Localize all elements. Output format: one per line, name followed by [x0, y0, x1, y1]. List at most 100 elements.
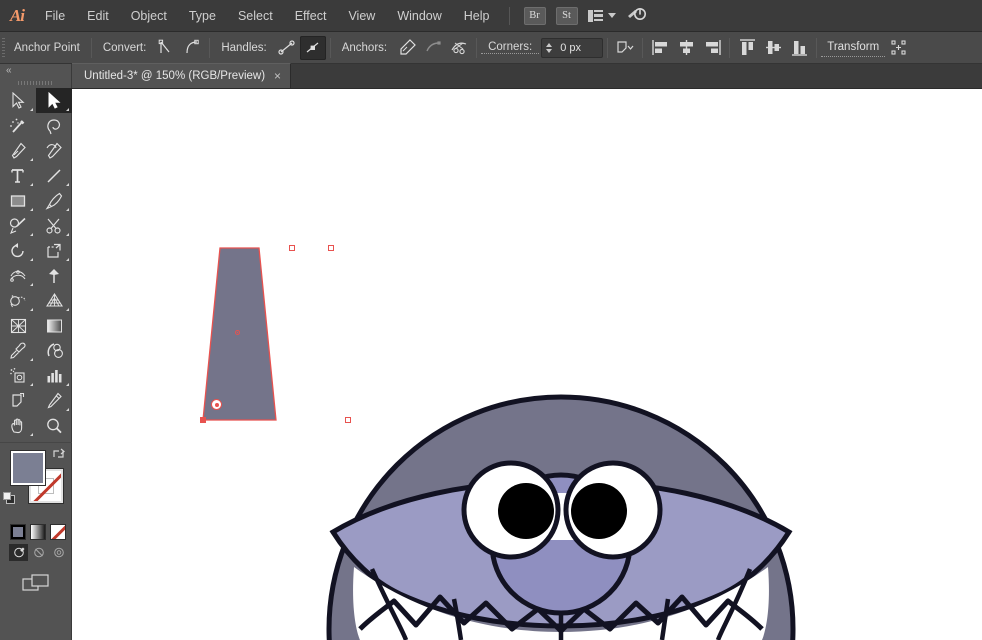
flyout-indicator-icon — [66, 308, 69, 311]
flyout-indicator-icon — [30, 208, 33, 211]
shape-options-button[interactable] — [885, 36, 911, 60]
tool-magic-wand[interactable] — [0, 113, 36, 138]
tool-free-transform[interactable] — [36, 263, 72, 288]
align-left-button[interactable] — [647, 36, 673, 60]
tool-zoom[interactable] — [36, 413, 72, 438]
convert-label: Convert: — [102, 41, 147, 54]
tool-pen[interactable] — [0, 138, 36, 163]
corner-radius-value[interactable]: 0 px — [555, 42, 581, 54]
tool-selection[interactable] — [0, 88, 36, 113]
document-tab-title: Untitled-3* @ 150% (RGB/Preview) — [84, 70, 266, 82]
tool-curvature[interactable] — [36, 138, 72, 163]
convert-to-smooth-button[interactable] — [179, 36, 205, 60]
flyout-indicator-icon — [30, 358, 33, 361]
bridge-button[interactable]: Br — [523, 6, 546, 25]
draw-behind-button[interactable] — [29, 544, 48, 561]
tool-rectangle[interactable] — [0, 188, 36, 213]
tool-column-graph[interactable] — [36, 363, 72, 388]
corners-label[interactable]: Corners: — [481, 41, 540, 54]
tool-blend[interactable] — [36, 338, 72, 363]
swap-fill-stroke-icon[interactable] — [51, 447, 66, 464]
stock-button[interactable]: St — [555, 6, 578, 25]
change-screen-mode-button[interactable] — [0, 561, 71, 593]
divider — [642, 37, 644, 58]
cut-path-at-anchor-button[interactable] — [446, 36, 472, 60]
gradient-mode-button[interactable] — [30, 524, 46, 540]
fill-swatch[interactable] — [11, 451, 45, 485]
menu-select[interactable]: Select — [227, 0, 284, 32]
none-mode-button[interactable] — [50, 524, 66, 540]
convert-to-corner-button[interactable] — [153, 36, 179, 60]
anchor-top-left[interactable] — [289, 245, 295, 251]
tool-line-segment[interactable] — [36, 163, 72, 188]
tool-symbol-sprayer[interactable] — [0, 363, 36, 388]
menu-view[interactable]: View — [337, 0, 386, 32]
menu-file[interactable]: File — [34, 0, 76, 32]
anchor-bottom-right[interactable] — [345, 417, 351, 423]
tool-perspective-grid[interactable] — [36, 288, 72, 313]
tool-direct-selection[interactable] — [36, 88, 72, 113]
tool-rotate[interactable] — [0, 238, 36, 263]
tool-shaper[interactable] — [0, 213, 36, 238]
show-handles-button[interactable] — [274, 36, 300, 60]
align-vertical-center-button[interactable] — [760, 36, 786, 60]
align-bottom-button[interactable] — [786, 36, 812, 60]
anchors-pen-button[interactable] — [394, 36, 420, 60]
artboard-canvas[interactable]: Ba jin — [72, 89, 982, 640]
align-horizontal-center-button[interactable] — [673, 36, 699, 60]
tool-lasso[interactable] — [36, 113, 72, 138]
tool-eyedropper[interactable] — [0, 338, 36, 363]
color-mode-button[interactable] — [10, 524, 26, 540]
flyout-indicator-icon — [30, 383, 33, 386]
tool-gradient[interactable] — [36, 313, 72, 338]
illustrator-window: Ai File Edit Object Type Select Effect V… — [0, 0, 982, 640]
corner-radius-stepper[interactable] — [542, 42, 555, 53]
flyout-indicator-icon — [30, 158, 33, 161]
flyout-indicator-icon — [30, 108, 33, 111]
document-tab[interactable]: Untitled-3* @ 150% (RGB/Preview) × — [72, 63, 292, 88]
menu-bar: Ai File Edit Object Type Select Effect V… — [0, 0, 982, 32]
align-top-button[interactable] — [734, 36, 760, 60]
control-bar-grip[interactable] — [0, 32, 7, 64]
hide-handles-button[interactable] — [299, 35, 326, 60]
tool-type[interactable] — [0, 163, 36, 188]
menu-type[interactable]: Type — [178, 0, 227, 32]
flyout-indicator-icon — [66, 183, 69, 186]
default-fill-stroke-icon[interactable] — [2, 491, 17, 509]
collapse-panel-icon[interactable]: « — [0, 64, 71, 77]
align-right-button[interactable] — [699, 36, 725, 60]
tools-panel-grip[interactable] — [0, 77, 71, 88]
tool-slice[interactable] — [36, 388, 72, 413]
anchors-label: Anchors: — [341, 41, 388, 54]
flyout-indicator-icon — [30, 283, 33, 286]
menu-edit[interactable]: Edit — [76, 0, 120, 32]
menu-help[interactable]: Help — [453, 0, 501, 32]
flyout-indicator-icon — [30, 233, 33, 236]
divider — [209, 37, 211, 58]
remove-anchor-button[interactable] — [420, 36, 446, 60]
tool-width[interactable] — [0, 263, 36, 288]
tool-shape-builder[interactable] — [0, 288, 36, 313]
draw-normal-button[interactable] — [9, 544, 28, 561]
tool-scissors[interactable] — [36, 213, 72, 238]
close-icon[interactable]: × — [274, 70, 281, 82]
draw-inside-button[interactable] — [49, 544, 68, 561]
selected-trapezoid-path[interactable] — [72, 89, 982, 640]
corner-radius-field[interactable]: 0 px — [541, 37, 604, 58]
menu-window[interactable]: Window — [386, 0, 452, 32]
tool-paintbrush[interactable] — [36, 188, 72, 213]
tool-mesh[interactable] — [0, 313, 36, 338]
anchor-bottom-left[interactable] — [200, 417, 206, 423]
menu-object[interactable]: Object — [120, 0, 178, 32]
tool-scale[interactable] — [36, 238, 72, 263]
search-adobe-stock-icon[interactable] — [626, 5, 646, 26]
tool-artboard[interactable] — [0, 388, 36, 413]
menu-effect[interactable]: Effect — [284, 0, 338, 32]
tool-hand[interactable] — [0, 413, 36, 438]
workspace-switcher-button[interactable] — [587, 9, 616, 22]
anchor-top-right[interactable] — [328, 245, 334, 251]
isolate-selected-object-button[interactable] — [612, 36, 638, 60]
menubar-divider — [508, 6, 510, 25]
transform-button[interactable]: Transform — [821, 38, 886, 57]
divider — [90, 37, 92, 58]
